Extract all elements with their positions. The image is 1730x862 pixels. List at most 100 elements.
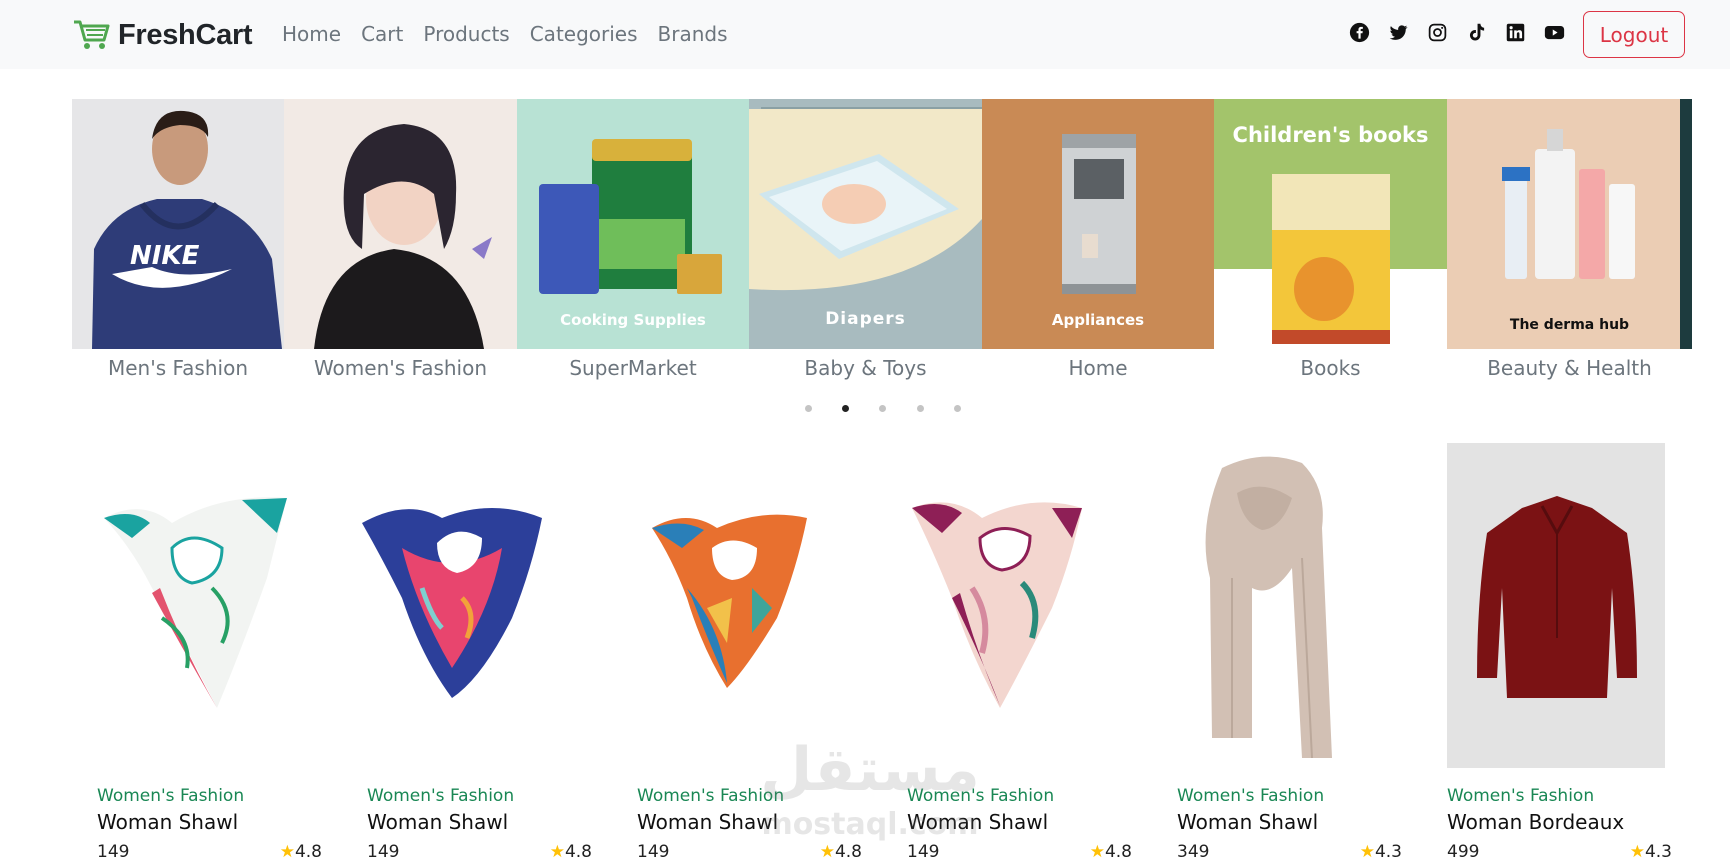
linkedin-icon[interactable] — [1505, 22, 1526, 43]
product-card[interactable]: Women's Fashion Woman Bordeaux 499 ★4.3 — [1422, 438, 1672, 862]
product-category: Women's Fashion — [1177, 786, 1325, 806]
rating-value: 4.8 — [1104, 842, 1132, 862]
logout-button[interactable]: Logout — [1583, 11, 1685, 58]
product-image — [1205, 456, 1332, 759]
slide-home[interactable]: Appliances — [982, 99, 1214, 349]
product-title: Woman Shawl — [637, 810, 779, 834]
brand-logo[interactable]: FreshCart — [72, 14, 253, 56]
slider-dot-active[interactable] — [842, 405, 849, 412]
product-image — [652, 514, 807, 688]
mens-fashion-image: NIKE — [72, 99, 284, 349]
cart-icon — [74, 20, 110, 49]
slider-dot[interactable] — [917, 405, 924, 412]
social-links — [1349, 22, 1565, 43]
product-title: Woman Shawl — [97, 810, 239, 834]
slide-mens-fashion[interactable]: NIKE — [72, 99, 284, 349]
rating-value: 4.8 — [294, 842, 322, 862]
product-meta: 149 ★4.8 — [637, 842, 862, 862]
slider-dot[interactable] — [954, 405, 961, 412]
slide-image-text: The derma hub — [1509, 317, 1630, 333]
rating-value: 4.8 — [564, 842, 592, 862]
product-title: Woman Shawl — [367, 810, 509, 834]
product-title: Woman Shawl — [907, 810, 1049, 834]
slide-supermarket[interactable]: Cooking Supplies — [517, 99, 749, 349]
product-card[interactable]: Women's Fashion Woman Shawl 149 ★4.8 — [342, 438, 592, 862]
twitter-icon[interactable] — [1388, 22, 1409, 43]
slider-dot[interactable] — [879, 405, 886, 412]
product-rating: ★4.8 — [280, 842, 322, 862]
product-meta: 499 ★4.3 — [1447, 842, 1672, 862]
product-rating: ★4.3 — [1360, 842, 1402, 862]
tiktok-icon[interactable] — [1466, 22, 1487, 43]
product-meta: 149 ★4.8 — [907, 842, 1132, 862]
product-title: Woman Shawl — [1177, 810, 1319, 834]
nav-link-categories[interactable]: Categories — [530, 20, 638, 48]
category-name[interactable]: Books — [1214, 356, 1447, 380]
slide-image-text: Children's books — [1232, 123, 1429, 147]
slider-dot[interactable] — [805, 405, 812, 412]
slide-image-text: Diapers — [825, 309, 906, 329]
category-name[interactable]: Women's Fashion — [284, 356, 517, 380]
product-meta: 149 ★4.8 — [97, 842, 322, 862]
star-icon: ★ — [279, 842, 295, 862]
product-price: 149 — [367, 842, 400, 862]
brand-name: FreshCart — [118, 18, 253, 51]
product-image — [362, 508, 542, 698]
product-price: 499 — [1447, 842, 1480, 862]
product-grid: Women's Fashion Woman Shawl 149 ★4.8 Wom… — [72, 438, 1692, 862]
svg-text:NIKE: NIKE — [130, 241, 200, 271]
instagram-icon[interactable] — [1427, 22, 1448, 43]
category-name[interactable]: Home — [982, 356, 1214, 380]
product-image — [104, 497, 287, 708]
product-rating: ★4.8 — [820, 842, 862, 862]
nav-link-home[interactable]: Home — [282, 20, 341, 48]
product-category: Women's Fashion — [1447, 786, 1595, 806]
category-slider[interactable]: NIKE Cooking Supplies Diapers Appliances… — [72, 99, 1692, 349]
category-name[interactable]: Beauty & Health — [1447, 356, 1692, 380]
product-image — [1447, 443, 1665, 768]
product-card[interactable]: Women's Fashion Woman Shawl 349 ★4.3 — [1152, 438, 1402, 862]
slide-womens-fashion[interactable] — [284, 99, 517, 349]
rating-value: 4.3 — [1644, 842, 1672, 862]
product-image — [912, 502, 1082, 708]
product-card[interactable]: Women's Fashion Woman Shawl 149 ★4.8 — [612, 438, 862, 862]
category-name[interactable]: Men's Fashion — [72, 356, 284, 380]
product-card[interactable]: Women's Fashion Woman Shawl 149 ★4.8 — [72, 438, 322, 862]
category-name[interactable]: Baby & Toys — [749, 356, 982, 380]
product-price: 149 — [637, 842, 670, 862]
star-icon: ★ — [549, 842, 565, 862]
product-price: 349 — [1177, 842, 1210, 862]
slide-baby-toys[interactable]: Diapers — [749, 99, 982, 349]
product-title: Woman Bordeaux — [1447, 810, 1625, 834]
nav-link-cart[interactable]: Cart — [361, 20, 403, 48]
womens-fashion-image — [284, 99, 517, 349]
nav-link-products[interactable]: Products — [423, 20, 509, 48]
product-price: 149 — [907, 842, 940, 862]
category-name[interactable]: SuperMarket — [517, 356, 749, 380]
main-nav: Home Cart Products Categories Brands — [282, 20, 748, 48]
product-card[interactable]: Women's Fashion Woman Shawl 149 ★4.8 — [882, 438, 1132, 862]
rating-value: 4.3 — [1374, 842, 1402, 862]
product-rating: ★4.3 — [1630, 842, 1672, 862]
star-icon: ★ — [1629, 842, 1645, 862]
nav-link-brands[interactable]: Brands — [658, 20, 728, 48]
facebook-icon[interactable] — [1349, 22, 1370, 43]
product-category: Women's Fashion — [97, 786, 245, 806]
slide-image-text: Appliances — [1051, 311, 1145, 329]
slide-books[interactable]: Children's books — [1214, 99, 1447, 349]
navbar: FreshCart Home Cart Products Categories … — [0, 0, 1730, 69]
product-price: 149 — [97, 842, 130, 862]
beauty-health-image — [1447, 99, 1692, 349]
youtube-icon[interactable] — [1544, 22, 1565, 43]
category-names: Men's Fashion Women's Fashion SuperMarke… — [72, 356, 1692, 386]
product-rating: ★4.8 — [1090, 842, 1132, 862]
slide-beauty-health[interactable]: The derma hub — [1447, 99, 1692, 349]
product-rating: ★4.8 — [550, 842, 592, 862]
product-category: Women's Fashion — [637, 786, 785, 806]
product-meta: 149 ★4.8 — [367, 842, 592, 862]
product-category: Women's Fashion — [367, 786, 515, 806]
slide-image-text: Cooking Supplies — [560, 311, 706, 329]
product-category: Women's Fashion — [907, 786, 1055, 806]
star-icon: ★ — [819, 842, 835, 862]
star-icon: ★ — [1359, 842, 1375, 862]
